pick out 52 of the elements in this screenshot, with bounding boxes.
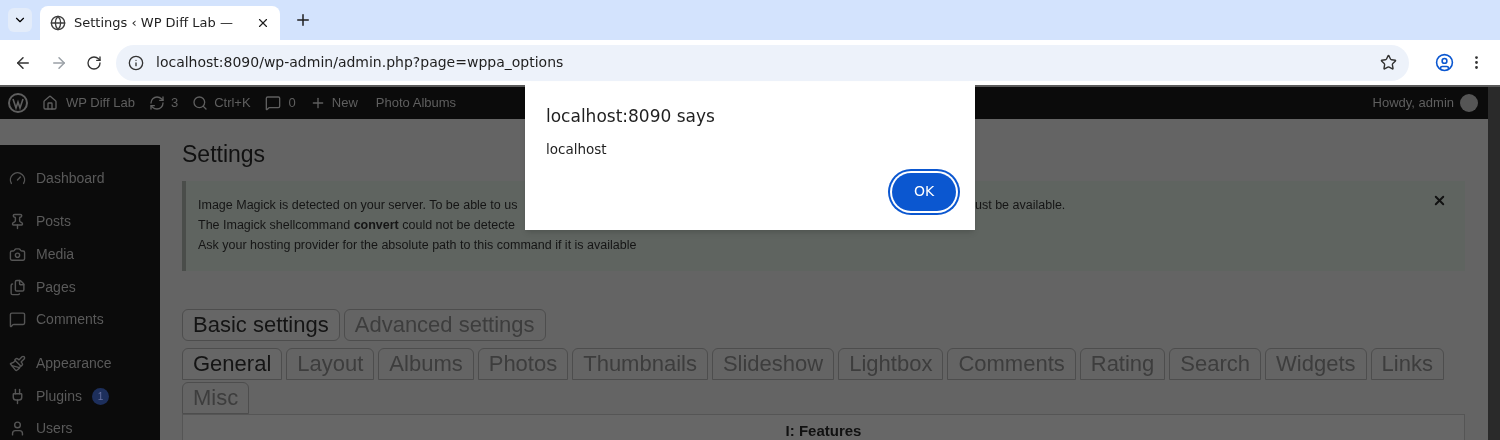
account-link[interactable]: Howdy, admin	[1372, 93, 1478, 113]
refresh-icon	[148, 95, 165, 111]
menu-item[interactable]: Comments	[0, 303, 160, 337]
speech-bubble-icon	[264, 95, 281, 111]
user-icon	[9, 420, 26, 438]
dashboard-icon	[9, 169, 26, 187]
photo-albums-link[interactable]: Photo Albums	[375, 93, 457, 113]
search-icon	[192, 95, 209, 111]
address-field[interactable]: localhost:8090/wp-admin/admin.php?page=wppa_options	[116, 44, 1409, 81]
search-link[interactable]: Ctrl+K	[192, 93, 251, 113]
menu-item[interactable]: Posts	[0, 205, 160, 239]
tab-list-button[interactable]	[8, 8, 32, 32]
comments-link[interactable]: 0	[264, 93, 296, 113]
menu-item[interactable]: Appearance	[0, 347, 160, 380]
count-badge: 1	[91, 387, 109, 405]
profile-icon[interactable]	[1435, 53, 1454, 72]
scrollbar[interactable]	[1488, 87, 1500, 440]
updates-link[interactable]: 3	[148, 93, 179, 113]
reload-icon[interactable]	[86, 54, 102, 71]
menu-item[interactable]: Users	[0, 412, 160, 440]
dialog-title: localhost:8090 says	[546, 105, 716, 128]
tab[interactable]: General	[182, 348, 283, 380]
home-icon	[42, 95, 58, 111]
new-tab-icon[interactable]	[294, 11, 312, 29]
brush-icon	[9, 354, 26, 372]
wordpress-logo[interactable]	[8, 93, 28, 113]
menu-item[interactable]: Plugins 1	[0, 379, 160, 413]
page-title: Settings	[182, 140, 266, 169]
new-link[interactable]: New	[309, 93, 358, 113]
table-heading: I: Features	[785, 421, 862, 440]
menu-item[interactable]: Dashboard	[0, 162, 160, 195]
notice-text: Image Magick is detected on your server. To be able to us	[198, 197, 519, 214]
menu-item[interactable]: Pages	[0, 270, 160, 304]
notice-text: Ask your hosting provider for the absolute path to this command if it is available	[198, 237, 638, 254]
star-icon[interactable]	[1380, 54, 1397, 71]
site-link[interactable]: WP Diff Lab	[42, 93, 135, 113]
close-icon[interactable]	[256, 16, 270, 30]
url-text: localhost:8090/wp-admin/admin.php?page=wppa_options	[156, 53, 565, 72]
notice-text: ust be available.	[975, 197, 1066, 214]
globe-icon	[50, 15, 66, 31]
camera-icon	[9, 246, 26, 264]
pin-icon	[9, 213, 26, 231]
browser-tab[interactable]: Settings ‹ WP Diff Lab —	[40, 6, 280, 40]
avatar	[1460, 94, 1478, 112]
pages-icon	[9, 278, 26, 296]
speech-bubble-icon	[9, 311, 26, 329]
menu-item[interactable]: Media	[0, 238, 160, 271]
dialog-message: localhost	[546, 139, 608, 159]
tab[interactable]: Basic settings	[182, 309, 340, 341]
notice-text: The Imagick shellcommand convert could not be detecte	[198, 217, 516, 234]
info-icon	[128, 54, 144, 71]
tab-title: Settings ‹ WP Diff Lab —	[74, 14, 234, 33]
